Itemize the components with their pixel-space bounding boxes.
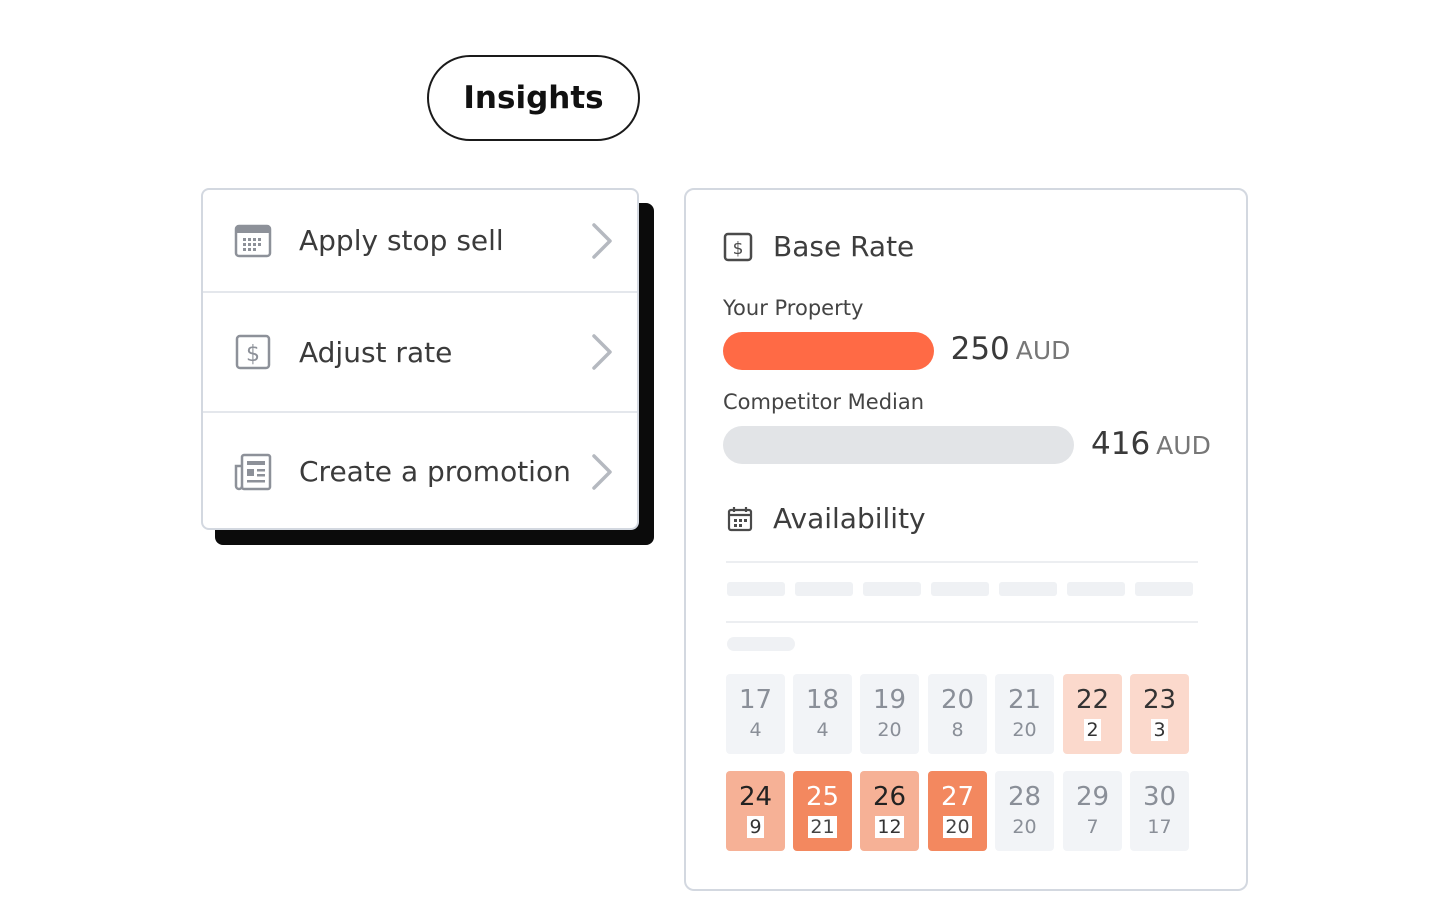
month-placeholder bbox=[727, 637, 795, 651]
calendar-grid-icon bbox=[233, 221, 273, 261]
your-property-currency: AUD bbox=[1015, 336, 1071, 365]
weekday-placeholder bbox=[1135, 582, 1193, 596]
weekday-placeholder bbox=[727, 582, 785, 596]
calendar-day[interactable]: 19 20 bbox=[860, 674, 919, 754]
your-property-label: Your Property bbox=[723, 296, 864, 320]
actions-card: Apply stop sell $ Adjust rate Create a p… bbox=[201, 188, 639, 530]
insights-button[interactable]: Insights bbox=[427, 55, 640, 141]
calendar-day-count: 8 bbox=[951, 719, 964, 741]
calendar-day-count: 4 bbox=[749, 719, 762, 741]
calendar-day-count: 20 bbox=[1012, 719, 1037, 741]
your-property-amount: 250 AUD bbox=[951, 331, 1071, 367]
availability-header: Availability bbox=[727, 502, 926, 535]
action-label: Apply stop sell bbox=[299, 224, 504, 257]
insights-label: Insights bbox=[463, 80, 604, 116]
calendar-day[interactable]: 26 12 bbox=[860, 771, 919, 851]
calendar-day-count: 4 bbox=[816, 719, 829, 741]
competitor-median-currency: AUD bbox=[1156, 431, 1211, 460]
calendar-day[interactable]: 30 17 bbox=[1130, 771, 1189, 851]
calendar-day-number: 22 bbox=[1075, 685, 1110, 715]
insights-card: $ Base Rate Your Property 250 AUD Competi… bbox=[684, 188, 1248, 891]
svg-text:$: $ bbox=[733, 239, 744, 259]
calendar-day-number: 23 bbox=[1142, 685, 1177, 715]
action-label: Adjust rate bbox=[299, 335, 453, 369]
calendar-day[interactable]: 28 20 bbox=[995, 771, 1054, 851]
calendar-day[interactable]: 21 20 bbox=[995, 674, 1054, 754]
weekday-placeholder bbox=[795, 582, 853, 596]
calendar-day-number: 28 bbox=[1007, 782, 1042, 812]
divider bbox=[726, 621, 1198, 623]
chevron-right-icon bbox=[592, 453, 612, 490]
calendar-day-count: 17 bbox=[1147, 816, 1172, 838]
action-label: Create a promotion bbox=[299, 455, 571, 488]
competitor-median-label: Competitor Median bbox=[723, 390, 925, 414]
calendar-day-number: 21 bbox=[1007, 685, 1042, 715]
calendar-day[interactable]: 27 20 bbox=[928, 771, 987, 851]
dollar-icon: $ bbox=[233, 332, 273, 372]
your-property-value: 250 bbox=[950, 331, 1010, 367]
calendar-day[interactable]: 24 9 bbox=[726, 771, 785, 851]
chevron-right-icon bbox=[592, 334, 612, 370]
weekday-placeholder bbox=[999, 582, 1057, 596]
chevron-right-icon bbox=[592, 222, 612, 259]
calendar-day[interactable]: 18 4 bbox=[793, 674, 852, 754]
your-property-bar bbox=[723, 332, 934, 370]
calendar-day-count: 21 bbox=[808, 816, 837, 838]
calendar-day-number: 26 bbox=[872, 782, 907, 812]
calendar-day-number: 17 bbox=[738, 685, 773, 715]
base-rate-title: Base Rate bbox=[773, 230, 915, 263]
calendar-day-number: 20 bbox=[940, 685, 975, 715]
calendar-day[interactable]: 25 21 bbox=[793, 771, 852, 851]
action-adjust-rate[interactable]: $ Adjust rate bbox=[203, 293, 637, 413]
calendar-day-number: 24 bbox=[738, 782, 773, 812]
calendar-day-count: 9 bbox=[747, 816, 764, 838]
weekday-placeholder bbox=[1067, 582, 1125, 596]
calendar-day-count: 20 bbox=[1012, 816, 1037, 838]
availability-title: Availability bbox=[773, 502, 926, 535]
action-create-promotion[interactable]: Create a promotion bbox=[203, 413, 637, 528]
calendar-day-number: 25 bbox=[805, 782, 840, 812]
calendar-day-number: 30 bbox=[1142, 782, 1177, 812]
calendar-day-count: 7 bbox=[1086, 816, 1099, 838]
calendar-day-count: 12 bbox=[875, 816, 904, 838]
divider bbox=[726, 561, 1198, 563]
weekday-placeholder bbox=[931, 582, 989, 596]
calendar-day-count: 20 bbox=[877, 719, 902, 741]
calendar-day-number: 29 bbox=[1075, 782, 1110, 812]
calendar-day-number: 18 bbox=[805, 685, 840, 715]
calendar-day-count: 3 bbox=[1151, 719, 1168, 741]
calendar-day[interactable]: 22 2 bbox=[1063, 674, 1122, 754]
calendar-day[interactable]: 20 8 bbox=[928, 674, 987, 754]
calendar-day-number: 19 bbox=[872, 685, 907, 715]
calendar-day[interactable]: 23 3 bbox=[1130, 674, 1189, 754]
action-apply-stop-sell[interactable]: Apply stop sell bbox=[203, 190, 637, 293]
competitor-median-value: 416 bbox=[1091, 426, 1151, 462]
competitor-median-bar bbox=[723, 426, 1074, 464]
base-rate-header: $ Base Rate bbox=[723, 230, 914, 263]
weekday-placeholder bbox=[863, 582, 921, 596]
svg-text:$: $ bbox=[246, 342, 260, 367]
competitor-median-amount: 416 AUD bbox=[1091, 426, 1211, 462]
calendar-day-number: 27 bbox=[940, 782, 975, 812]
dollar-icon: $ bbox=[723, 232, 753, 261]
newspaper-icon bbox=[233, 452, 273, 492]
calendar-icon bbox=[727, 506, 753, 531]
calendar-day[interactable]: 17 4 bbox=[726, 674, 785, 754]
calendar-day-count: 2 bbox=[1084, 719, 1101, 741]
calendar-day[interactable]: 29 7 bbox=[1063, 771, 1122, 851]
calendar-day-count: 20 bbox=[943, 816, 972, 838]
